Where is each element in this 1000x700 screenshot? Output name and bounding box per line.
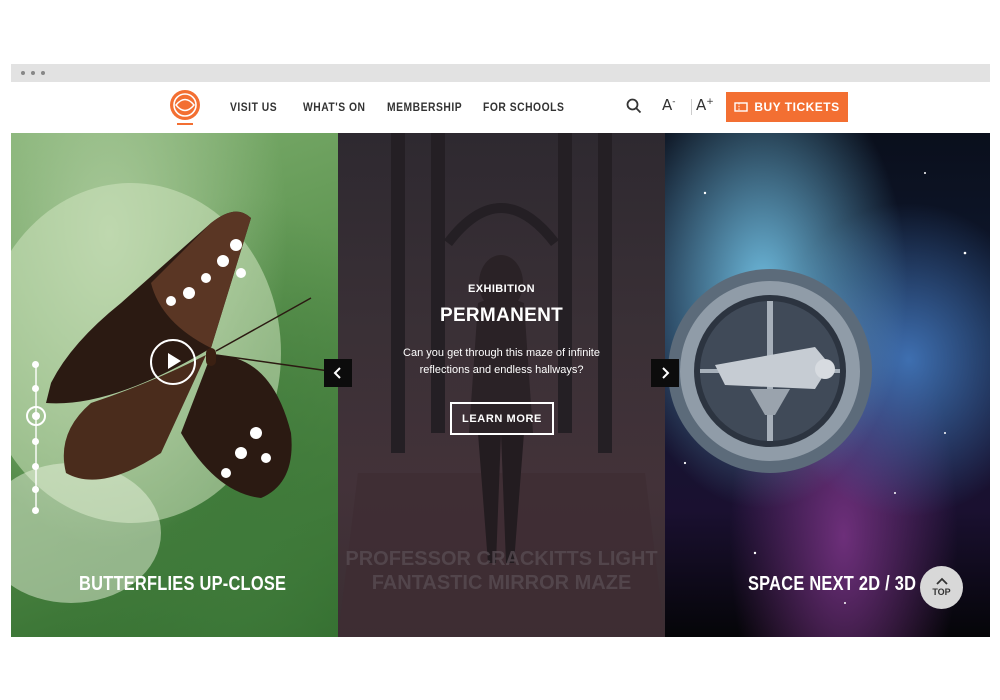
window-dot (21, 71, 25, 75)
timeline-current-marker[interactable] (26, 406, 46, 426)
browser-window: VISIT US WHAT'S ON MEMBERSHIP FOR SCHOOL… (11, 64, 990, 637)
logo[interactable] (167, 88, 203, 128)
divider (691, 99, 692, 115)
exhibition-name-line1: PROFESSOR CRACKITTS LIGHT (345, 548, 658, 570)
exhibition-name: PROFESSOR CRACKITTS LIGHT FANTASTIC MIRR… (338, 547, 665, 595)
nav-whats-on[interactable]: WHAT'S ON (303, 100, 366, 114)
ticket-icon (734, 102, 749, 112)
carousel-prev-button[interactable] (324, 359, 352, 387)
exhibition-description: Can you get through this maze of infinit… (403, 347, 600, 376)
chevron-up-icon (935, 577, 948, 585)
window-dot (31, 71, 35, 75)
back-to-top-label: TOP (932, 587, 951, 597)
font-increase-label: A (696, 96, 707, 114)
buy-tickets-button[interactable]: BUY TICKETS (726, 92, 848, 122)
butterfly-image (11, 183, 330, 603)
top-navigation: VISIT US WHAT'S ON MEMBERSHIP FOR SCHOOL… (11, 82, 990, 133)
timeline-dot[interactable] (32, 507, 39, 514)
window-dot (41, 71, 45, 75)
carousel-next-button[interactable] (651, 359, 679, 387)
space-station-image (668, 172, 967, 604)
chevron-right-icon (662, 367, 670, 379)
font-decrease-button[interactable]: A- (662, 96, 676, 114)
browser-chrome (11, 64, 990, 82)
font-decrease-label: A (662, 96, 673, 114)
panel-title-butterflies: BUTTERFLIES UP-CLOSE (79, 573, 287, 595)
nav-for-schools[interactable]: FOR SCHOOLS (483, 100, 564, 114)
font-increase-button[interactable]: A+ (696, 96, 714, 114)
timeline-dot[interactable] (32, 438, 39, 445)
panel-space[interactable]: SPACE NEXT 2D / 3D (665, 133, 990, 637)
hero-panels: BUTTERFLIES UP-CLOSE EXHIBITION PERMANEN… (11, 133, 990, 637)
panel-mirror-maze[interactable]: EXHIBITION PERMANENT Can you get through… (338, 133, 665, 637)
timeline-dot[interactable] (32, 361, 39, 368)
search-icon[interactable] (626, 98, 642, 119)
exhibition-eyebrow: EXHIBITION (468, 283, 535, 295)
timeline-dot[interactable] (32, 385, 39, 392)
nav-membership[interactable]: MEMBERSHIP (387, 100, 462, 114)
exhibition-title: PERMANENT (439, 305, 564, 326)
buy-tickets-label: BUY TICKETS (754, 100, 840, 114)
panel-title-space: SPACE NEXT 2D / 3D (748, 573, 917, 595)
back-to-top-button[interactable]: TOP (920, 566, 963, 609)
timeline-dot[interactable] (32, 463, 39, 470)
learn-more-button[interactable]: LEARN MORE (450, 402, 554, 435)
timeline-dot[interactable] (32, 486, 39, 493)
play-video-button[interactable] (150, 339, 196, 385)
exhibition-name-line2: FANTASTIC MIRROR MAZE (371, 572, 632, 594)
chevron-left-icon (333, 367, 341, 379)
nav-visit-us[interactable]: VISIT US (230, 100, 277, 114)
panel-butterflies[interactable]: BUTTERFLIES UP-CLOSE (11, 133, 338, 637)
